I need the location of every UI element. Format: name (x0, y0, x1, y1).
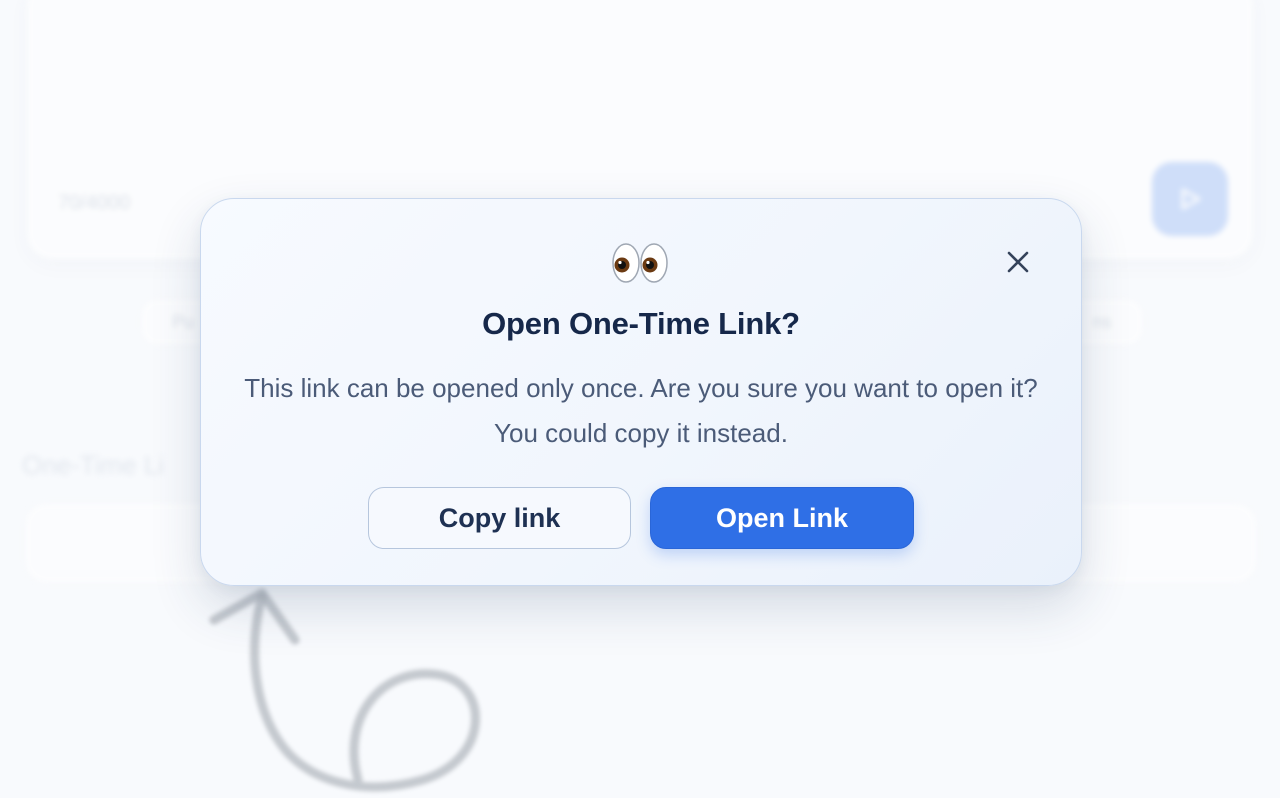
option-chip-left-label: Pu (171, 311, 195, 332)
send-button (1152, 162, 1228, 236)
open-link-button[interactable]: Open Link (650, 487, 914, 549)
send-icon (1181, 188, 1201, 210)
character-counter: 70/4000 (58, 192, 131, 214)
dialog-message: This link can be opened only once. Are y… (244, 373, 1038, 448)
copy-link-label: Copy link (438, 502, 561, 533)
dialog-title: Open One-Time Link? (482, 306, 800, 341)
option-chip-right-label: ns (1092, 311, 1112, 332)
copy-link-button[interactable]: Copy link (368, 487, 631, 549)
close-icon (1007, 251, 1029, 273)
page: 70/4000 Pu ns One-Time Li Open One-Time … (0, 0, 1280, 798)
decorative-arrow-icon (209, 588, 480, 792)
close-button[interactable] (996, 240, 1040, 284)
section-label: One-Time Li (22, 450, 165, 480)
eyes-icon (612, 243, 668, 283)
open-link-label: Open Link (715, 502, 848, 533)
eyes-emoji (0, 238, 1280, 291)
